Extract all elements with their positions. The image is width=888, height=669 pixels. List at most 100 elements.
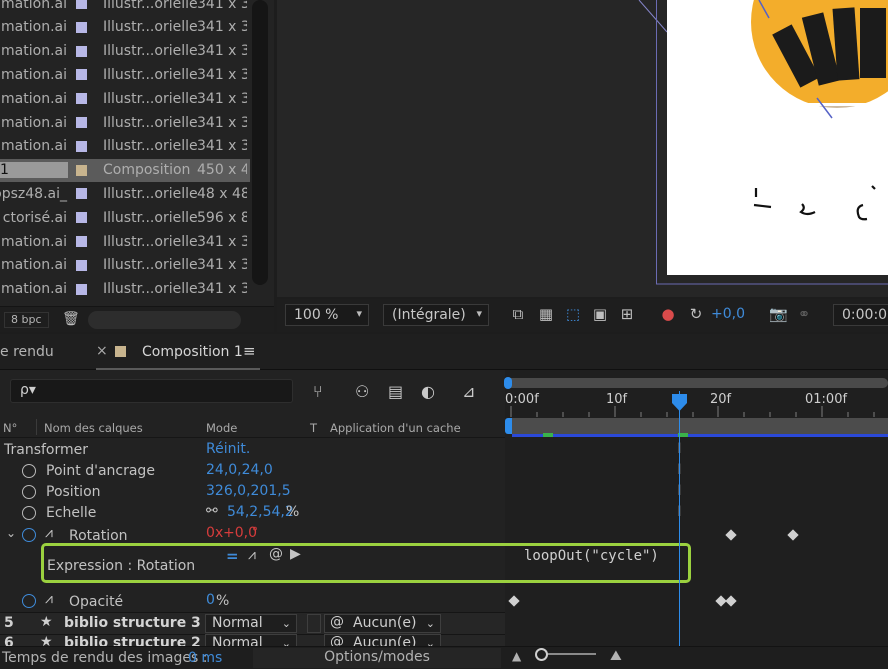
mode-dropdown[interactable]: Normal ⌄ [205,614,297,633]
zoom-out-icon[interactable]: ▲ [512,649,521,663]
label-color-swatch[interactable] [76,283,87,295]
project-item-row[interactable]: _opsz48.ai Illustr...orielle48 x 48 [0,182,250,205]
label-color-swatch[interactable] [76,117,87,128]
render-time-label: Temps de rendu des images : [2,650,208,666]
label-color-swatch[interactable] [76,188,87,200]
project-item-row[interactable]: nimation.ai Illustr...orielle341 x 3 [0,278,250,301]
exposure-value[interactable]: +0,0 [711,306,745,322]
expression-graph-icon[interactable]: ⩘ [248,547,256,563]
expression-enable-icon[interactable]: = [226,547,239,565]
rotation-turns[interactable]: 0 [206,525,215,541]
tab-render-queue[interactable]: e rendu [0,344,54,360]
trash-icon[interactable]: 🗑 [62,311,80,327]
time-navigator[interactable] [505,378,888,388]
search-input[interactable]: ρ▾ [10,379,293,403]
project-item-row[interactable]: 1 Composition 450 x 4 [0,158,250,182]
label-color-swatch[interactable] [76,45,87,57]
label-color-swatch[interactable] [76,0,87,9]
anchor-point-value[interactable]: 24,0,24,0 [206,462,273,478]
project-item-row[interactable]: nimation.ai Illustr...orielle341 x 3 [0,135,250,158]
opacity-value[interactable]: 0 [206,592,215,608]
stopwatch-icon[interactable] [22,506,36,520]
preserve-transparency-toggle[interactable] [307,614,321,633]
label-color-swatch[interactable] [76,93,87,105]
motion-blur-icon[interactable]: ◐ [421,382,435,401]
graph-icon[interactable]: ⩘ [45,525,53,541]
bpc-button[interactable]: 8 bpc [4,312,49,328]
expression-code[interactable]: loopOut("cycle") [524,548,659,564]
project-item-row[interactable]: nimation.ai Illustr...orielle341 x 3 [0,254,250,277]
column-layer-name[interactable]: Nom des calques [44,421,143,435]
label-color-swatch[interactable] [76,140,87,152]
expression-language-menu-icon[interactable]: ▶ [290,546,301,562]
color-channels-icon[interactable]: ● [659,305,677,323]
column-number[interactable]: N° [3,421,17,435]
project-item-name: nimation.ai [0,138,67,155]
scale-value[interactable]: 54,2,54,2 [227,504,294,520]
work-area-start-handle[interactable] [505,418,512,434]
pick-whip-icon[interactable]: @ [269,546,283,562]
time-ruler[interactable]: 0:00f 10f 20f 01:00f [505,389,888,417]
track-matte-dropdown[interactable]: @ Aucun(e) ⌄ [324,614,441,633]
stopwatch-icon[interactable] [22,464,36,478]
position-value[interactable]: 326,0,201,5 [206,483,291,499]
timecode-field[interactable]: 0:00:00 [833,304,888,326]
label-color-swatch[interactable] [76,212,87,224]
mask-path-icon[interactable]: ⬚ [564,305,582,323]
project-item-row[interactable]: nimation.ai Illustr...orielle341 x 3 [0,63,250,86]
column-t[interactable]: T [310,421,317,435]
show-snapshot-icon[interactable]: ⚭ [795,305,813,323]
camera-icon[interactable]: 📷 [769,305,788,323]
graph-editor-icon[interactable]: ⊿ [462,382,475,401]
panel-menu-icon[interactable]: ≡ [243,342,256,360]
column-mode[interactable]: Mode [206,421,237,435]
reset-link[interactable]: Réinit. [206,441,250,457]
constrain-proportions-icon[interactable]: ⚯ [206,503,218,519]
project-item-row[interactable]: nimation.ai Illustr...orielle341 x 3 [0,111,250,134]
layer-name[interactable]: biblio structure 3 [64,615,201,631]
transform-label[interactable]: Transformer [4,442,88,458]
navigator-start-handle[interactable] [504,377,512,389]
region-of-interest-icon[interactable]: ▣ [591,305,609,323]
label-color-swatch[interactable] [76,236,87,247]
project-item-row[interactable]: ctorisé.ai Illustr...orielle 596 x 8 [0,206,250,229]
label-color-swatch[interactable] [76,21,87,33]
resolution-dropdown[interactable]: (Intégrale) ▾ [383,304,489,326]
close-icon[interactable]: × [96,343,108,359]
project-item-row[interactable]: nimation.ai Illustr...orielle341 x 3 [0,230,250,253]
tab-composition-1[interactable]: Composition 1 [142,344,243,360]
shy-layers-icon[interactable]: ⚇ [355,382,369,401]
project-item-row[interactable]: nimation.ai Illustr...orielle341 x 3 [0,0,250,15]
stopwatch-icon[interactable] [22,528,36,542]
project-item-size: 341 x 3 [197,281,247,298]
zoom-slider-thumb[interactable] [535,648,548,661]
fast-preview-icon[interactable]: ⧉ [509,305,527,323]
project-item-row[interactable]: nimation.ai Illustr...orielle341 x 3 [0,87,250,110]
guides-grid-icon[interactable]: ⊞ [618,305,636,323]
toggle-switches-modes-button[interactable]: Options/modes [253,648,501,668]
reset-exposure-icon[interactable]: ↻ [687,305,705,323]
work-area-bar[interactable] [512,418,888,434]
playhead-handle[interactable] [671,394,688,412]
zoom-in-icon[interactable]: ⛰ [610,648,622,664]
column-track-matte[interactable]: Application d'un cache [330,421,461,435]
project-item-type: Illustr...orielle [103,0,197,12]
frame-blending-icon[interactable]: ▤ [388,382,403,401]
project-item-row[interactable]: nimation.ai Illustr...orielle341 x 3 [0,16,250,39]
horizontal-scrollbar[interactable] [88,311,241,329]
label-color-swatch[interactable] [76,164,87,176]
comp-artboard [667,0,888,275]
label-color-swatch[interactable] [76,69,87,81]
stopwatch-icon[interactable] [22,594,36,608]
stopwatch-icon[interactable] [22,485,36,499]
mode-value: Normal [212,615,263,631]
composition-flowchart-icon[interactable]: ⑂ [313,382,323,401]
zoom-dropdown[interactable]: 100 % ▾ [285,304,369,326]
transparency-grid-icon[interactable]: ▦ [537,305,555,323]
chevron-down-icon[interactable]: ⌄ [6,526,16,540]
project-item-row[interactable]: nimation.ai Illustr...orielle341 x 3 [0,40,250,63]
label-color-swatch[interactable] [76,259,87,271]
opacity-row: ⩘ Opacité 0 % [0,591,505,612]
graph-icon[interactable]: ⩘ [45,591,53,607]
project-scrollbar[interactable] [252,0,268,285]
